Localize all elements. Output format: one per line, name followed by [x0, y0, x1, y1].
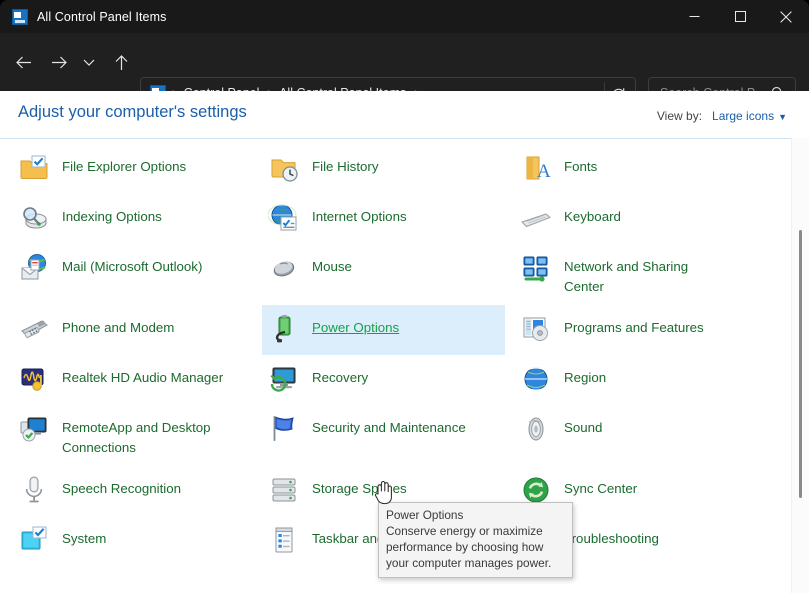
navigation-toolbar: › Control Panel › All Control Panel Item…: [0, 33, 809, 109]
back-arrow-icon[interactable]: [8, 47, 38, 77]
content-header: Adjust your computer's settings View by:…: [0, 91, 809, 138]
view-by-label: View by:: [656, 109, 703, 123]
fonts-icon: A: [520, 152, 552, 184]
title-bar-left: All Control Panel Items: [0, 8, 167, 25]
up-arrow-icon[interactable]: [106, 47, 136, 77]
view-by-control[interactable]: View by: Large icons ▼: [657, 107, 787, 125]
control-panel-item[interactable]: Power Options: [262, 305, 505, 355]
close-button[interactable]: [763, 0, 809, 33]
keyboard-icon: [520, 202, 552, 234]
control-panel-item[interactable]: System: [0, 516, 262, 566]
tooltip: Power Options Conserve energy or maximiz…: [378, 502, 573, 578]
vertical-scrollbar[interactable]: [791, 138, 809, 593]
speech-recognition-icon: [18, 474, 50, 506]
control-panel-item[interactable]: File Explorer Options: [0, 144, 262, 194]
control-panel-item-label[interactable]: Security and Maintenance: [312, 413, 466, 438]
control-panel-item-label[interactable]: Troubleshooting: [564, 524, 659, 549]
control-panel-item-label[interactable]: Recovery: [312, 363, 368, 388]
control-panel-item[interactable]: A Fonts: [505, 144, 788, 194]
storage-spaces-icon: [268, 474, 300, 506]
control-panel-item-label[interactable]: RemoteApp and Desktop Connections: [62, 413, 247, 458]
region-icon: [520, 363, 552, 395]
sound-icon: [520, 413, 552, 445]
control-panel-item-label[interactable]: Keyboard: [564, 202, 621, 227]
file-explorer-options-icon: [18, 152, 50, 184]
control-panel-item-label[interactable]: Indexing Options: [62, 202, 162, 227]
mouse-icon: [268, 252, 300, 284]
control-panel-item[interactable]: Programs and Features: [505, 305, 788, 355]
control-panel-item[interactable]: Indexing Options: [0, 194, 262, 244]
control-panel-item-label[interactable]: Programs and Features: [564, 313, 704, 338]
control-panel-item-label[interactable]: Storage Spaces: [312, 474, 407, 499]
chevron-down-icon[interactable]: ▼: [778, 112, 787, 122]
control-panel-item[interactable]: Sound: [505, 405, 788, 466]
control-panel-item-label[interactable]: Fonts: [564, 152, 597, 177]
system-icon: [18, 524, 50, 556]
control-panel-item-label[interactable]: System: [62, 524, 106, 549]
title-bar: All Control Panel Items: [0, 0, 809, 33]
phone-and-modem-icon: [18, 313, 50, 345]
control-panel-item-label[interactable]: Sound: [564, 413, 602, 438]
control-panel-item[interactable]: File History: [262, 144, 505, 194]
control-panel-item-label[interactable]: Mail (Microsoft Outlook): [62, 252, 202, 277]
internet-options-icon: [267, 202, 300, 234]
content-area: Adjust your computer's settings View by:…: [0, 91, 809, 593]
programs-and-features-icon: [520, 313, 552, 345]
taskbar-and-navigation-icon: [268, 524, 300, 556]
svg-text:A: A: [537, 161, 551, 182]
control-panel-item[interactable]: Internet Options: [262, 194, 505, 244]
minimize-button[interactable]: [671, 0, 717, 33]
items-row: Indexing Options Internet Options Keyboard: [0, 194, 788, 244]
control-panel-item[interactable]: Mail (Microsoft Outlook): [0, 244, 262, 305]
scrollbar-thumb[interactable]: [799, 230, 802, 498]
file-history-icon: [268, 152, 300, 184]
control-panel-item-label[interactable]: Internet Options: [312, 202, 407, 227]
control-panel-icon: [12, 8, 28, 25]
control-panel-item[interactable]: Keyboard: [505, 194, 788, 244]
control-panel-item-label[interactable]: Network and Sharing Center: [564, 252, 729, 297]
maximize-button[interactable]: [717, 0, 763, 33]
control-panel-item[interactable]: Security and Maintenance: [262, 405, 505, 466]
indexing-options-icon: [18, 202, 50, 234]
items-row: RemoteApp and Desktop Connections Securit…: [0, 405, 788, 466]
items-row: Realtek HD Audio Manager Recovery Region: [0, 355, 788, 405]
control-panel-item[interactable]: RemoteApp and Desktop Connections: [0, 405, 262, 466]
control-panel-item-label[interactable]: File Explorer Options: [62, 152, 186, 177]
forward-arrow-icon[interactable]: [44, 47, 74, 77]
window-controls: [671, 0, 809, 33]
control-panel-item[interactable]: Mouse: [262, 244, 505, 305]
chevron-down-icon[interactable]: [78, 47, 100, 77]
control-panel-item-label[interactable]: Sync Center: [564, 474, 637, 499]
view-by-value-wrap[interactable]: Large icons ▼: [712, 107, 787, 125]
items-row: Mail (Microsoft Outlook) Mouse Network and…: [0, 244, 788, 305]
recovery-icon: [268, 363, 300, 395]
items-row: Phone and Modem Power Options Programs and…: [0, 305, 788, 355]
control-panel-item-label[interactable]: Mouse: [312, 252, 352, 277]
mail-icon: [18, 252, 50, 284]
control-panel-window: All Control Panel Items Search Control P…: [0, 0, 809, 593]
network-and-sharing-center-icon: [520, 252, 552, 284]
control-panel-item-label[interactable]: Realtek HD Audio Manager: [62, 363, 223, 388]
realtek-hd-audio-manager-icon: [18, 363, 50, 395]
items-row: File Explorer Options File History A Fonts: [0, 144, 788, 194]
tooltip-title: Power Options: [386, 508, 464, 522]
tooltip-body: Conserve energy or maximize performance …: [386, 524, 552, 570]
control-panel-item[interactable]: Realtek HD Audio Manager: [0, 355, 262, 405]
control-panel-item[interactable]: Phone and Modem: [0, 305, 262, 355]
power-options-icon: [268, 313, 300, 345]
page-title: Adjust your computer's settings: [18, 103, 247, 121]
control-panel-item[interactable]: Speech Recognition: [0, 466, 262, 516]
control-panel-item[interactable]: Network and Sharing Center: [505, 244, 788, 305]
control-panel-item-label[interactable]: Phone and Modem: [62, 313, 174, 338]
control-panel-item[interactable]: Region: [505, 355, 788, 405]
control-panel-item-label[interactable]: Region: [564, 363, 606, 388]
control-panel-item-label[interactable]: File History: [312, 152, 379, 177]
control-panel-item[interactable]: Recovery: [262, 355, 505, 405]
control-panel-item-label[interactable]: Power Options: [312, 313, 399, 338]
window-title: All Control Panel Items: [37, 9, 167, 24]
control-panel-item-label[interactable]: Speech Recognition: [62, 474, 181, 499]
view-by-value[interactable]: Large icons: [712, 109, 774, 123]
security-and-maintenance-icon: [268, 413, 300, 445]
remoteapp-and-desktop-connections-icon: [18, 413, 50, 445]
